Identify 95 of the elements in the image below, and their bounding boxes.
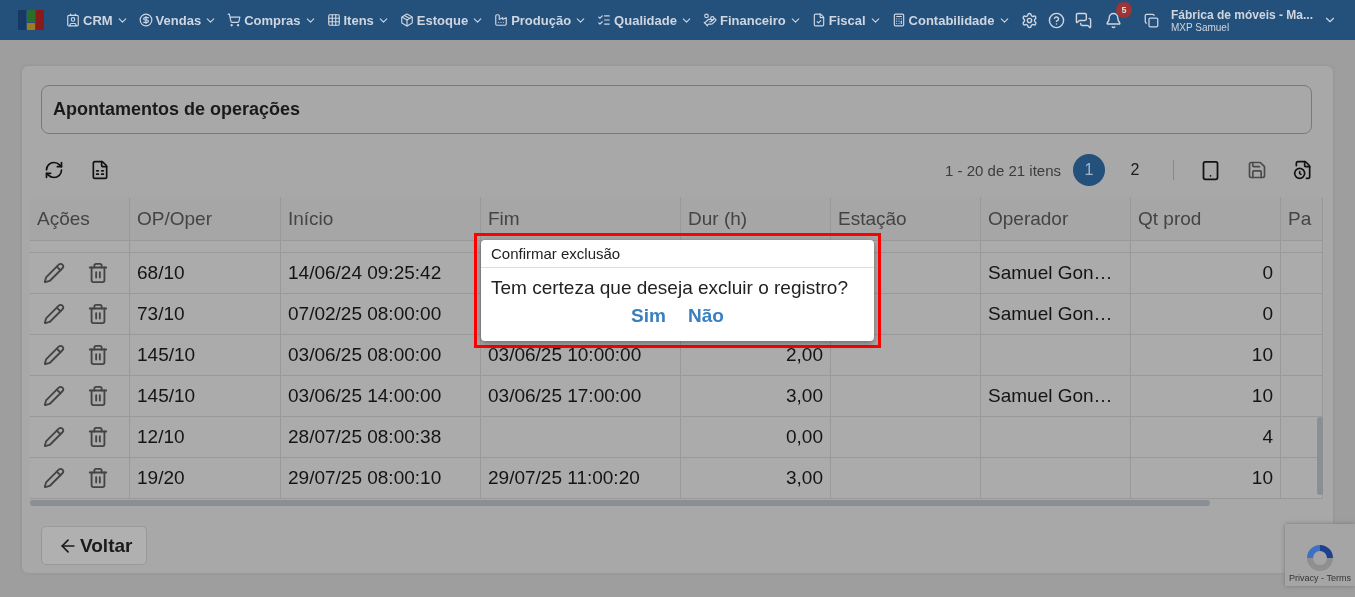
help-icon[interactable] <box>1047 11 1065 29</box>
edit-icon[interactable] <box>43 262 65 284</box>
coins-icon <box>702 13 717 27</box>
table-cell: 03/06/25 14:00:00 <box>288 385 442 407</box>
column-header[interactable]: Estação <box>838 207 907 230</box>
nav-menu-item[interactable]: Produção <box>494 12 588 28</box>
nav-menu-item[interactable]: Financeiro <box>702 12 802 28</box>
delete-icon[interactable] <box>87 262 109 284</box>
table-cell: 3,00 <box>786 385 823 407</box>
table-cell: Samuel Gon… <box>988 262 1113 284</box>
copy-icon[interactable] <box>1143 12 1159 28</box>
table-cell: 29/07/25 08:00:10 <box>288 467 442 489</box>
table-cell: 3,00 <box>786 467 823 489</box>
dialog-message: Tem certeza que deseja excluir o registro? <box>490 276 849 300</box>
edit-icon[interactable] <box>43 303 65 325</box>
table-cell: 10 <box>1251 467 1273 489</box>
table-cell: 145/10 <box>137 344 196 366</box>
table-cell: 0,00 <box>786 426 823 448</box>
edit-icon[interactable] <box>43 344 65 366</box>
table-cell: 29/07/25 11:00:20 <box>488 467 640 489</box>
dollar-icon <box>138 13 153 27</box>
nav-menu-item[interactable]: CRM <box>66 12 129 28</box>
column-header[interactable]: Qt prod <box>1138 207 1202 230</box>
column-header[interactable]: Início <box>288 207 334 230</box>
table-cell: 28/07/25 08:00:38 <box>288 426 442 448</box>
nav-menu-item[interactable]: Itens <box>326 12 390 28</box>
table-cell: 03/06/25 10:00:00 <box>488 344 642 366</box>
cart-icon <box>227 13 242 27</box>
notification-bell-icon[interactable] <box>1104 11 1122 29</box>
column-header[interactable]: Dur (h) <box>688 207 748 230</box>
page-title: Apontamentos de operações <box>53 99 301 120</box>
user-name: MXP Samuel <box>1170 21 1231 33</box>
delete-icon[interactable] <box>87 467 109 489</box>
edit-icon[interactable] <box>43 426 65 448</box>
table-cell: 73/10 <box>137 303 185 325</box>
dialog-button[interactable]: Sim <box>627 303 670 329</box>
table-cell: 0 <box>1262 262 1273 284</box>
refresh-icon[interactable] <box>44 160 64 180</box>
table-cell: 4 <box>1262 426 1273 448</box>
table-cell: 03/06/25 08:00:00 <box>288 344 442 366</box>
column-header[interactable]: Ações <box>37 207 90 230</box>
nav-menu-item[interactable]: Vendas <box>138 12 218 28</box>
nav-menu-item[interactable]: Compras <box>227 12 317 28</box>
page-button[interactable]: 1 <box>1073 154 1105 186</box>
calculator-icon <box>891 13 906 27</box>
delete-icon[interactable] <box>87 303 109 325</box>
column-header[interactable]: Operador <box>988 207 1069 230</box>
vertical-scrollbar[interactable] <box>1317 417 1323 495</box>
nav-menu-item[interactable]: Fiscal <box>811 12 882 28</box>
nav-menu-item[interactable]: Qualidade <box>597 12 693 28</box>
table-cell: Samuel Gon… <box>988 303 1113 325</box>
nav-menu-item[interactable]: Estoque <box>399 12 485 28</box>
contact-card-icon <box>66 13 80 27</box>
recaptcha-links[interactable]: Privacy - Terms <box>1289 573 1351 583</box>
table-cell: 145/10 <box>137 385 196 407</box>
table-cell: 12/10 <box>137 426 185 448</box>
logo-icon[interactable] <box>18 10 44 30</box>
dialog-button[interactable]: Não <box>683 303 728 329</box>
factory-icon <box>494 13 509 27</box>
chat-icon[interactable] <box>1074 11 1092 29</box>
table-cell: 03/06/25 17:00:00 <box>488 385 642 407</box>
table-cell: 10 <box>1251 385 1273 407</box>
table-cell: 07/02/25 08:00:00 <box>288 303 442 325</box>
table-cell: 14/06/24 09:25:42 <box>288 262 442 284</box>
back-button[interactable]: Voltar <box>41 526 148 565</box>
delete-icon[interactable] <box>87 426 109 448</box>
spreadsheet-file-icon[interactable] <box>90 160 110 180</box>
delete-icon[interactable] <box>87 385 109 407</box>
table-cell: 19/20 <box>137 467 185 489</box>
table-cell: 0 <box>1262 303 1273 325</box>
file-restore-icon[interactable] <box>1293 160 1313 180</box>
checklist-icon <box>597 13 612 27</box>
file-check-icon <box>811 13 826 27</box>
table-cell: 2,00 <box>786 344 823 366</box>
column-header[interactable]: Fim <box>488 207 520 230</box>
edit-icon[interactable] <box>43 467 65 489</box>
company-name[interactable]: Fábrica de móveis - Ma... <box>1170 7 1313 22</box>
dialog-title: Confirmar exclusão <box>481 240 874 268</box>
column-chooser-icon[interactable] <box>1200 159 1221 181</box>
notification-badge: 5 <box>1115 1 1132 18</box>
nav-menu-item[interactable]: Contabilidade <box>891 12 1011 28</box>
grid-icon <box>326 13 341 27</box>
column-header[interactable]: OP/Oper <box>137 207 212 230</box>
edit-icon[interactable] <box>43 385 65 407</box>
delete-icon[interactable] <box>87 344 109 366</box>
save-icon[interactable] <box>1247 160 1267 180</box>
pager-summary: 1 - 20 de 21 itens <box>945 161 1061 179</box>
table-cell: Samuel Gon… <box>988 385 1113 407</box>
table-cell: 10 <box>1251 344 1273 366</box>
column-header[interactable]: Pa <box>1288 207 1312 230</box>
page-button[interactable]: 2 <box>1119 154 1151 186</box>
package-icon <box>399 13 414 27</box>
horizontal-scrollbar[interactable] <box>30 500 1210 506</box>
table-cell: 68/10 <box>137 262 185 284</box>
settings-icon[interactable] <box>1020 11 1038 29</box>
